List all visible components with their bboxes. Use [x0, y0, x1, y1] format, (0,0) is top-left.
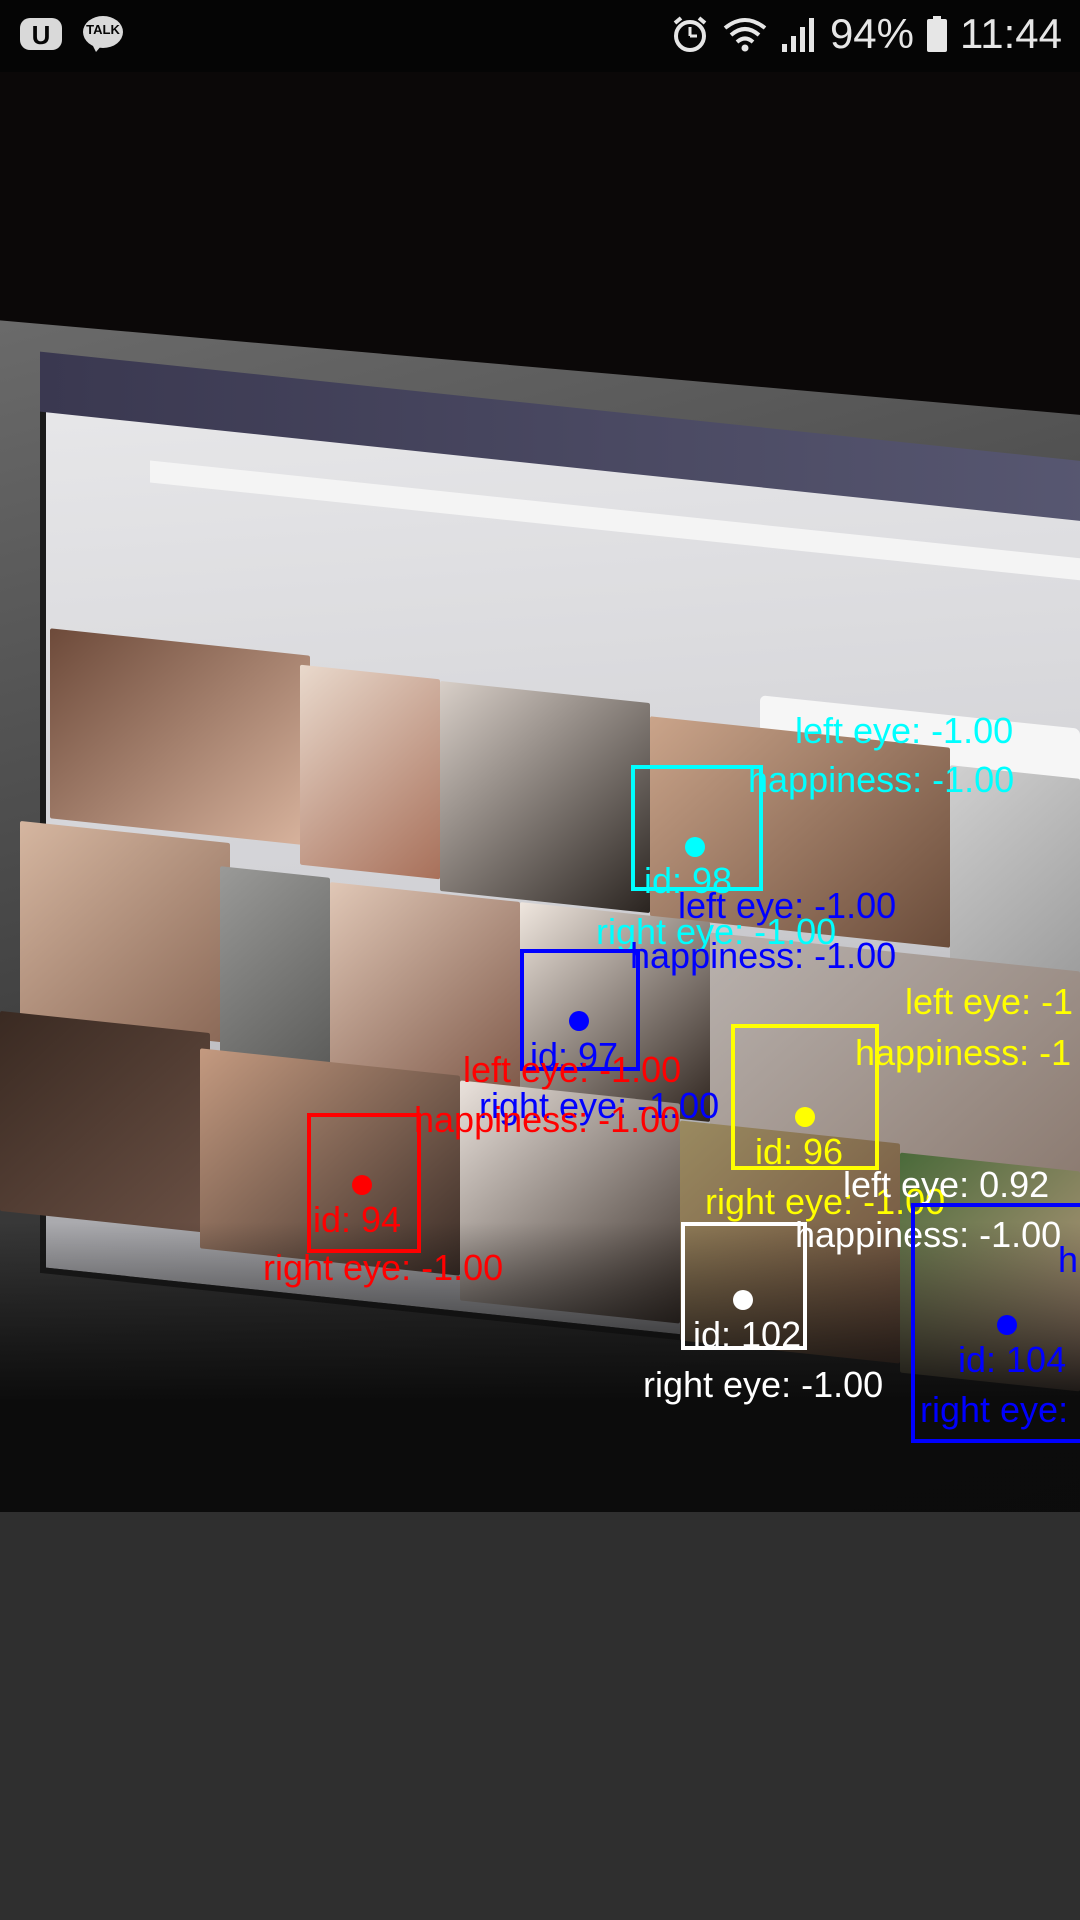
alarm-icon	[670, 14, 710, 54]
clock: 11:44	[960, 10, 1062, 57]
face-happiness-label-104: h	[1058, 1239, 1079, 1280]
face-id-label-94: id: 94	[313, 1199, 402, 1240]
photo-thumbnail	[0, 1010, 210, 1234]
face-id-label-104: id: 104	[958, 1339, 1067, 1380]
notification-icons: U TALK	[18, 14, 124, 54]
face-right-eye-label-94: right eye: -1.00	[263, 1247, 504, 1288]
svg-text:U: U	[32, 20, 51, 50]
face-left-eye-label-97: left eye: -1.00	[678, 885, 897, 926]
battery-icon	[926, 14, 948, 54]
face-left-eye-label-94: left eye: -1.00	[463, 1049, 682, 1090]
battery-percent: 94%	[829, 10, 914, 57]
face-center-dot-97	[569, 1011, 589, 1031]
face-right-eye-label-104: right eye:	[920, 1389, 1069, 1430]
system-indicators: 94% 11:44	[670, 10, 1062, 58]
face-happiness-label-98: happiness: -1.00	[748, 759, 1015, 800]
face-center-dot-96	[795, 1107, 815, 1127]
signal-icon	[780, 14, 818, 54]
face-left-eye-label-98: left eye: -1.00	[795, 710, 1014, 751]
face-center-dot-98	[685, 837, 705, 857]
photo-thumbnail	[440, 680, 650, 914]
status-bar: U TALK 94% 11:44	[0, 0, 1080, 72]
photo-thumbnail	[20, 820, 230, 1044]
face-happiness-label-96: happiness: -1	[855, 1032, 1072, 1073]
photo-thumbnail	[220, 866, 330, 1078]
face-left-eye-label-102: left eye: 0.92	[843, 1164, 1050, 1205]
face-center-dot-94	[352, 1175, 372, 1195]
face-center-dot-102	[733, 1290, 753, 1310]
wifi-icon	[722, 14, 768, 54]
camera-preview: id: 98 left eye: -1.00 happiness: -1.00 …	[0, 72, 1080, 1512]
face-id-label-96: id: 96	[755, 1131, 844, 1172]
kakaotalk-label: TALK	[86, 22, 120, 37]
photo-thumbnail	[300, 664, 440, 880]
camera-controls-area	[0, 1512, 1080, 1920]
u-plus-icon: U	[18, 14, 64, 54]
kakaotalk-icon: TALK	[82, 14, 124, 54]
photo-thumbnail	[50, 628, 310, 846]
face-id-label-102: id: 102	[693, 1314, 802, 1355]
face-left-eye-label-96: left eye: -1	[905, 981, 1074, 1022]
face-happiness-label-94: happiness: -1.00	[414, 1099, 681, 1140]
face-happiness-label-97: happiness: -1.00	[630, 935, 897, 976]
face-right-eye-label-102: right eye: -1.00	[643, 1364, 884, 1405]
face-center-dot-104	[997, 1315, 1017, 1335]
